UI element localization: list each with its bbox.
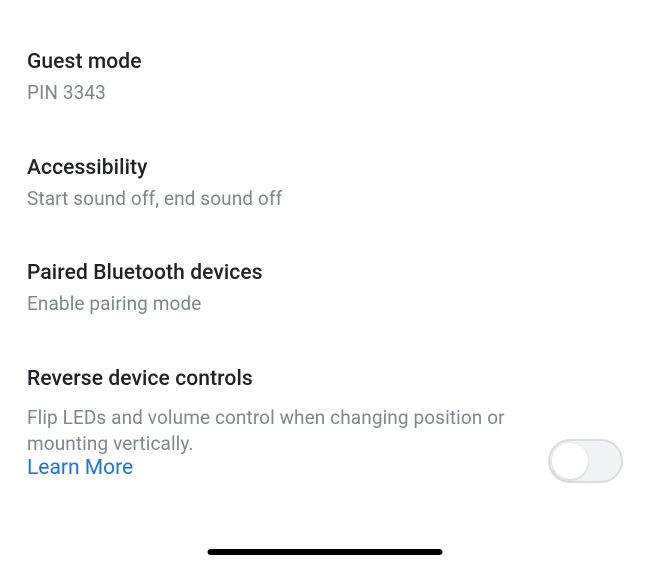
setting-subtitle: PIN 3343 [27, 80, 623, 106]
setting-item-reverse-controls: Reverse device controls Flip LEDs and vo… [27, 367, 623, 480]
setting-item-accessibility[interactable]: Accessibility Start sound off, end sound… [27, 156, 623, 212]
setting-title: Guest mode [27, 50, 623, 74]
setting-item-paired-bluetooth[interactable]: Paired Bluetooth devices Enable pairing … [27, 261, 623, 317]
toggle-knob [552, 443, 588, 479]
settings-list: Guest mode PIN 3343 Accessibility Start … [0, 0, 650, 480]
setting-subtitle: Start sound off, end sound off [27, 186, 623, 212]
reverse-controls-toggle[interactable] [548, 439, 623, 483]
setting-subtitle: Enable pairing mode [27, 291, 623, 317]
setting-title: Accessibility [27, 156, 623, 180]
setting-title: Reverse device controls [27, 367, 623, 391]
home-indicator[interactable] [208, 549, 443, 555]
setting-subtitle: Flip LEDs and volume control when changi… [27, 397, 517, 456]
setting-item-guest-mode[interactable]: Guest mode PIN 3343 [27, 50, 623, 106]
setting-title: Paired Bluetooth devices [27, 261, 623, 285]
learn-more-link[interactable]: Learn More [27, 456, 133, 480]
